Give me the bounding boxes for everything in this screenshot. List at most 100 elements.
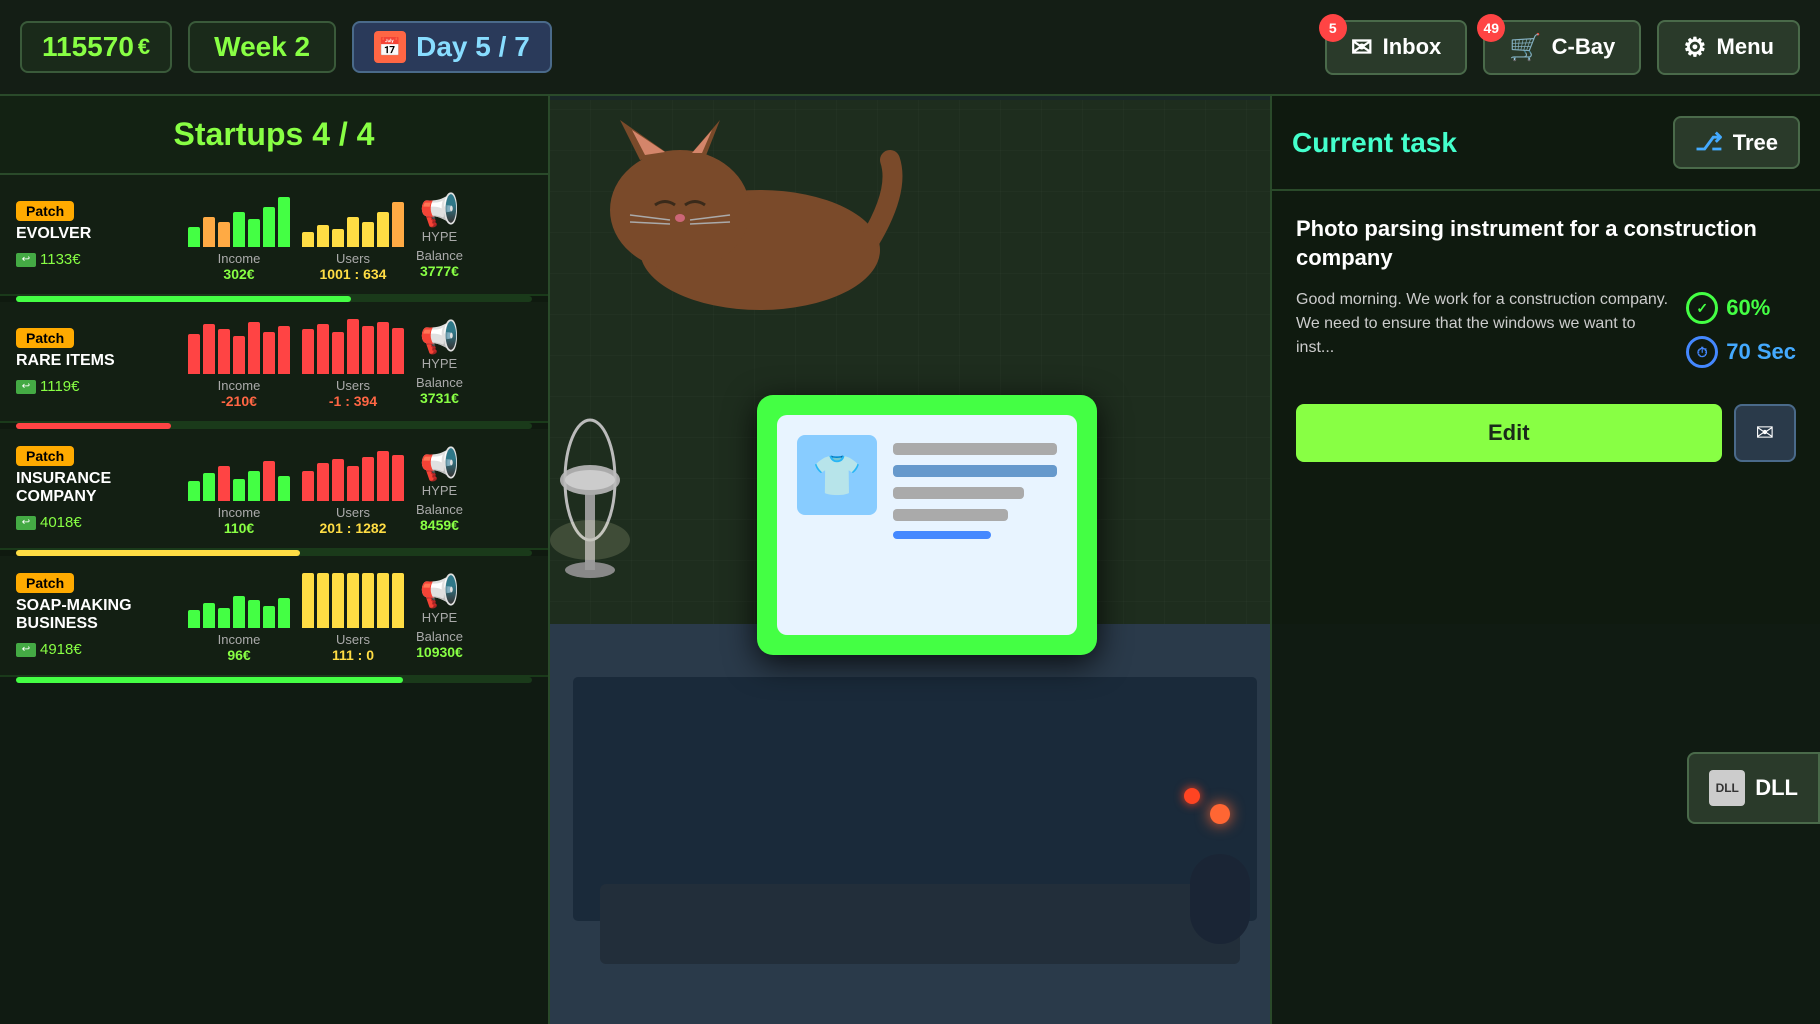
balance-label-2: Balance	[416, 375, 463, 390]
inbox-button[interactable]: 5 ✉ Inbox	[1325, 20, 1467, 75]
patch-badge-1[interactable]: Patch	[16, 201, 74, 221]
bar	[377, 573, 389, 628]
bar	[347, 573, 359, 628]
top-bar: 115570 € Week 2 📅 Day 5 / 7 5 ✉ Inbox 49…	[0, 0, 1820, 96]
task-actions: Edit ✉	[1296, 404, 1796, 462]
menu-button[interactable]: ⚙ Menu	[1657, 20, 1800, 75]
currency-display: 115570 €	[20, 21, 172, 73]
mail-action-button[interactable]: ✉	[1734, 404, 1796, 462]
users-chart-3: Users 201 : 1282	[302, 441, 404, 536]
day-label: Day 5 / 7	[416, 31, 530, 63]
patch-badge-3[interactable]: Patch	[16, 446, 74, 466]
bar	[248, 471, 260, 501]
day-display: 📅 Day 5 / 7	[352, 21, 552, 73]
tree-button[interactable]: ⎇ Tree	[1673, 116, 1800, 169]
patch-badge-2[interactable]: Patch	[16, 328, 74, 348]
income-label-4: Income	[218, 632, 261, 647]
inbox-label: Inbox	[1383, 34, 1442, 60]
time-circle: ⏱	[1686, 336, 1718, 368]
light2	[1184, 788, 1200, 804]
startup-card-rare: Patch RARE ITEMS ↩ 1119€ Income -210€	[0, 302, 548, 423]
bar	[188, 481, 200, 501]
bar	[302, 232, 314, 247]
startup-name-1: EVOLVER	[16, 225, 176, 243]
bar	[347, 466, 359, 501]
users-value-4: 111 : 0	[332, 647, 374, 663]
dll-icon: DLL	[1709, 770, 1745, 806]
task-desc: Good morning. We work for a construction…	[1296, 288, 1670, 360]
cbay-label: C-Bay	[1552, 34, 1616, 60]
bar	[278, 197, 290, 247]
bar	[392, 573, 404, 628]
bar	[332, 332, 344, 374]
task-body: Photo parsing instrument for a construct…	[1272, 191, 1820, 486]
balance-label-1: Balance	[416, 248, 463, 263]
income-value-4: 96€	[227, 647, 250, 663]
bar	[203, 603, 215, 628]
progress-circle: ✓	[1686, 292, 1718, 324]
bar	[392, 328, 404, 374]
hype-icon-2: 📢	[420, 318, 460, 356]
hype-section-1: 📢 HYPE	[420, 191, 460, 244]
startup-card-evolver: Patch EVOLVER ↩ 1133€ Income 302€	[0, 175, 548, 296]
bar	[233, 596, 245, 628]
users-chart-4: Users 111 : 0	[302, 568, 404, 663]
current-task-label: Current task	[1292, 127, 1457, 159]
mouse	[1190, 854, 1250, 944]
light1	[1210, 804, 1230, 824]
line4	[893, 509, 1008, 521]
users-bars-1	[302, 187, 404, 247]
startup-name-4: SOAP-MAKING BUSINESS	[16, 597, 176, 633]
bar	[203, 473, 215, 501]
users-chart-1: Users 1001 : 634	[302, 187, 404, 282]
bar	[218, 329, 230, 374]
balance-value-3: 8459€	[420, 517, 459, 533]
users-label-3: Users	[336, 505, 370, 520]
line5	[893, 531, 991, 539]
bar	[362, 457, 374, 501]
task-name: Photo parsing instrument for a construct…	[1296, 215, 1796, 272]
right-panel: Current task ⎇ Tree Photo parsing instru…	[1270, 96, 1820, 1024]
tree-label: Tree	[1733, 130, 1778, 156]
bar	[233, 212, 245, 247]
income-value-1: 302€	[223, 266, 254, 282]
progress-value: 60%	[1726, 295, 1770, 321]
startup-name-3: INSURANCE COMPANY	[16, 470, 176, 506]
hype-section-4: 📢 HYPE	[420, 572, 460, 625]
currency-amount: 115570	[42, 31, 134, 63]
dll-button[interactable]: DLL DLL	[1687, 752, 1820, 824]
cbay-button[interactable]: 49 🛒 C-Bay	[1483, 20, 1641, 75]
balance-chart-1: 📢 HYPE Balance 3777€	[416, 191, 463, 279]
keyboard	[600, 884, 1240, 964]
cart-icon: 🛒	[1509, 32, 1541, 63]
tree-icon: ⎇	[1695, 128, 1723, 157]
hype-section-2: 📢 HYPE	[420, 318, 460, 371]
startup-left-insurance: Patch INSURANCE COMPANY ↩ 4018€	[16, 446, 176, 531]
startup-left-evolver: Patch EVOLVER ↩ 1133€	[16, 201, 176, 268]
shirt-icon: 👕	[797, 435, 877, 515]
bar	[392, 455, 404, 501]
bar	[263, 461, 275, 501]
startup-card-insurance: Patch INSURANCE COMPANY ↩ 4018€ Income 1…	[0, 429, 548, 550]
bar	[278, 326, 290, 374]
hype-label-1: HYPE	[422, 229, 457, 244]
bar	[263, 606, 275, 628]
cbay-badge: 49	[1477, 14, 1505, 42]
line3	[893, 487, 1024, 499]
income-bars-4	[188, 568, 290, 628]
edit-button[interactable]: Edit	[1296, 404, 1722, 462]
bar	[218, 608, 230, 628]
cost-icon-2: ↩	[16, 380, 36, 394]
patch-badge-4[interactable]: Patch	[16, 573, 74, 593]
bar	[203, 217, 215, 247]
task-header: Current task ⎇ Tree	[1272, 96, 1820, 191]
income-chart-2: Income -210€	[188, 314, 290, 409]
income-chart-3: Income 110€	[188, 441, 290, 536]
cat-decoration	[560, 110, 920, 310]
bar	[233, 336, 245, 374]
hype-label-2: HYPE	[422, 356, 457, 371]
bar	[317, 573, 329, 628]
cost-icon-1: ↩	[16, 253, 36, 267]
bar	[377, 322, 389, 374]
bar	[263, 207, 275, 247]
